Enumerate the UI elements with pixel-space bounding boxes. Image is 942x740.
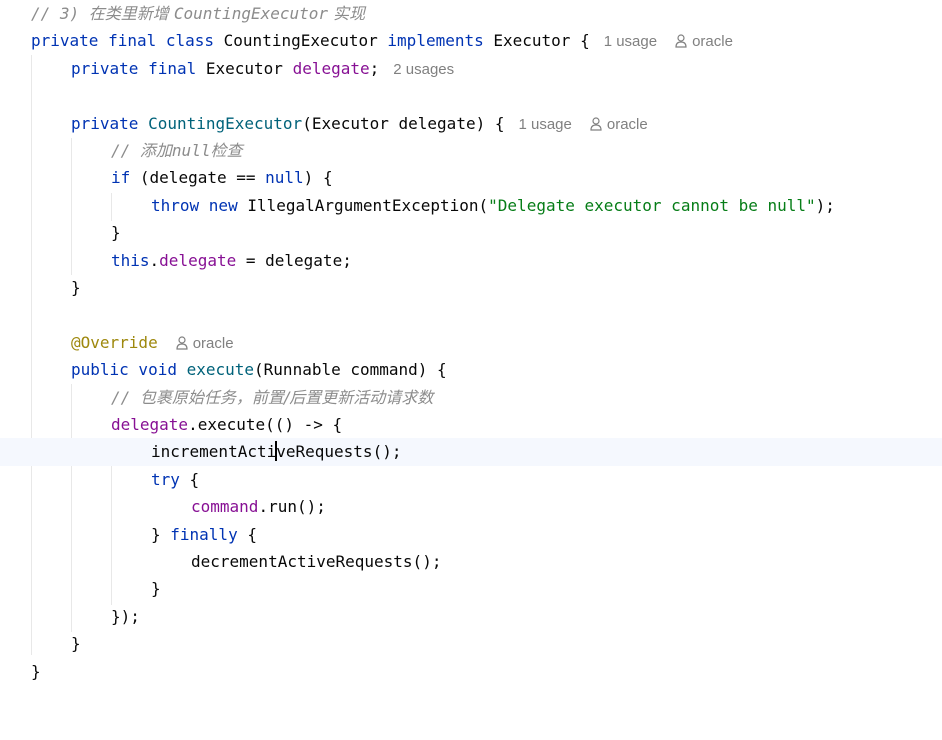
code-line[interactable]: delegate.execute(() -> { — [0, 411, 942, 438]
code-line[interactable]: // 3) 在类里新增 CountingExecutor 实现 — [0, 0, 942, 27]
code-line[interactable]: } — [0, 219, 942, 246]
code-line[interactable]: this.delegate = delegate; — [0, 247, 942, 274]
code-line[interactable]: public void execute(Runnable command) { — [0, 356, 942, 383]
keyword: throw new — [151, 195, 248, 215]
code-line[interactable] — [0, 82, 942, 109]
keyword: public void — [71, 360, 187, 380]
comment: // 包裹原始任务，前置/后置更新活动请求数 — [111, 387, 434, 407]
field-name: delegate — [292, 58, 370, 78]
code-line[interactable]: } — [0, 658, 942, 685]
class-name: CountingExecutor — [223, 31, 378, 51]
parameter-name: command — [191, 497, 259, 517]
string-literal: "Delegate executor cannot be null" — [488, 195, 816, 215]
code-line[interactable]: // 包裹原始任务，前置/后置更新活动请求数 — [0, 384, 942, 411]
usages-hint[interactable]: 1 usage — [518, 116, 571, 133]
current-line[interactable]: incrementActiveRequests(); — [0, 438, 942, 466]
code-line[interactable]: decrementActiveRequests(); — [0, 548, 942, 575]
code-line[interactable]: } — [0, 575, 942, 602]
author-hint[interactable]: oracle — [176, 335, 234, 352]
annotation: @Override — [71, 332, 158, 352]
code-line[interactable]: }); — [0, 603, 942, 630]
comment: // 3) 在类里新增 CountingExecutor 实现 — [31, 4, 366, 23]
author-hint[interactable]: oracle — [675, 33, 733, 50]
code-line[interactable]: private final class CountingExecutor imp… — [0, 27, 942, 54]
code-line[interactable]: private CountingExecutor(Executor delega… — [0, 110, 942, 137]
person-icon — [176, 336, 188, 350]
method-name: execute — [186, 360, 255, 380]
keyword: this — [111, 250, 150, 270]
code-editor[interactable]: // 3) 在类里新增 CountingExecutor 实现 private … — [0, 0, 942, 683]
keyword: private — [71, 113, 149, 133]
code-line[interactable]: try { — [0, 466, 942, 493]
person-icon — [675, 34, 687, 48]
keyword: private final — [71, 58, 206, 78]
keyword: try — [151, 469, 180, 489]
usages-hint[interactable]: 2 usages — [393, 61, 454, 78]
keyword: null — [265, 168, 304, 188]
code-line[interactable]: } — [0, 274, 942, 301]
code-line[interactable]: private final Executor delegate; 2 usages — [0, 55, 942, 82]
code-line[interactable] — [0, 301, 942, 328]
interface-name: Executor — [493, 31, 571, 51]
field-name: delegate — [159, 250, 237, 270]
keyword: implements — [377, 31, 494, 51]
code-line[interactable]: } finally { — [0, 521, 942, 548]
constructor-name: CountingExecutor — [148, 113, 303, 133]
keyword: finally — [170, 524, 238, 544]
code-line[interactable]: if (delegate == null) { — [0, 164, 942, 191]
author-hint[interactable]: oracle — [590, 116, 648, 133]
code-line[interactable]: @Override oracle — [0, 329, 942, 356]
code-line[interactable]: } — [0, 630, 942, 657]
field-name: delegate — [111, 415, 189, 434]
usages-hint[interactable]: 1 usage — [604, 33, 657, 50]
keyword: if — [111, 168, 140, 188]
class-name: IllegalArgumentException( — [247, 195, 489, 215]
code-line[interactable]: // 添加null检查 — [0, 137, 942, 164]
code-line[interactable]: command.run(); — [0, 493, 942, 520]
code-line[interactable]: throw new IllegalArgumentException("Dele… — [0, 192, 942, 219]
person-icon — [590, 116, 602, 131]
comment: // 添加null检查 — [111, 141, 243, 160]
keyword: private final class — [31, 31, 224, 51]
